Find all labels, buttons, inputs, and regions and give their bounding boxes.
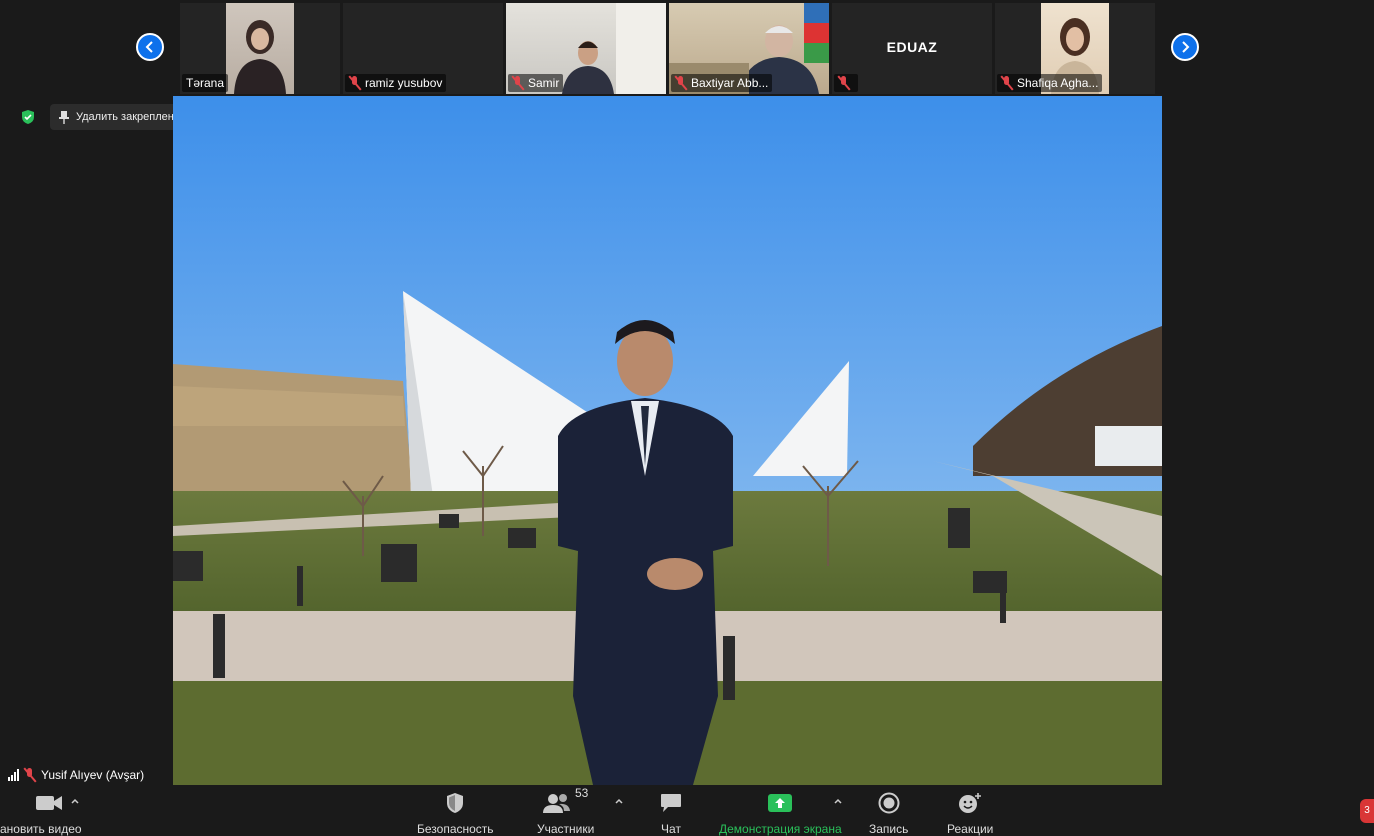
record-icon: [878, 792, 900, 814]
active-speaker-label: Yusif Alıyev (Avşar): [8, 765, 144, 785]
security-button[interactable]: Безопасность: [417, 790, 494, 836]
chat-icon: [661, 794, 681, 812]
chevron-right-icon: [1182, 41, 1190, 53]
participant-label: Baxtiyar Abb...: [671, 74, 773, 92]
participant-label: [834, 74, 858, 92]
share-screen-label: Демонстрация экрана: [719, 822, 842, 836]
chevron-left-icon: [145, 41, 153, 53]
participant-name-display: EDUAZ: [886, 39, 938, 55]
main-speaker-video: [173, 96, 1162, 785]
record-label: Запись: [869, 822, 909, 836]
share-screen-icon: [768, 794, 793, 812]
participants-icon: [542, 794, 570, 813]
pin-icon: [59, 111, 69, 124]
participant-tile[interactable]: Shafiqa Agha...: [995, 3, 1155, 94]
chat-button[interactable]: Чат: [660, 790, 682, 836]
shield-check-icon[interactable]: [20, 109, 36, 125]
prev-page-button[interactable]: [136, 33, 164, 61]
participant-tile[interactable]: Tərana: [180, 3, 340, 94]
participant-tile[interactable]: Baxtiyar Abb...: [669, 3, 829, 94]
signal-strength-icon: [8, 769, 19, 781]
participants-options-caret-icon[interactable]: [614, 796, 624, 806]
record-button[interactable]: Запись: [869, 790, 908, 836]
video-options-caret-icon[interactable]: [70, 796, 80, 806]
participant-label: Tərana: [182, 74, 229, 92]
participant-label: Shafiqa Agha...: [997, 74, 1103, 92]
reactions-button[interactable]: Реакции: [947, 790, 993, 836]
share-screen-button[interactable]: Демонстрация экрана: [719, 790, 842, 836]
meeting-toolbar: ановить видео Безопасность 53 Участники …: [0, 786, 1374, 836]
participant-tile[interactable]: ramiz yusubov: [343, 3, 503, 94]
share-options-caret-icon[interactable]: [833, 796, 843, 806]
mic-off-icon: [675, 76, 687, 90]
participant-strip: Tərana ramiz yusubov Samir Baxtiyar Abb.…: [180, 3, 1156, 94]
participant-tile[interactable]: Samir: [506, 3, 666, 94]
participant-tile[interactable]: EDUAZ: [832, 3, 992, 94]
security-shield-icon: [447, 793, 464, 813]
participants-label: Участники: [537, 822, 595, 836]
camera-icon: [35, 796, 62, 810]
active-speaker-name: Yusif Alıyev (Avşar): [41, 768, 145, 782]
mic-off-icon: [349, 76, 361, 90]
reactions-label: Реакции: [947, 822, 994, 836]
notification-badge[interactable]: 3: [1360, 799, 1374, 823]
security-label: Безопасность: [417, 822, 494, 836]
unpin-label: Удалить закрепление: [76, 111, 187, 123]
participant-label: ramiz yusubov: [345, 74, 447, 92]
next-page-button[interactable]: [1171, 33, 1199, 61]
participants-button[interactable]: 53 Участники: [537, 786, 595, 836]
participant-label: Samir: [508, 74, 564, 92]
participant-video: [226, 3, 294, 94]
mic-off-icon: [1001, 76, 1013, 90]
mic-off-icon: [838, 76, 850, 90]
mic-off-icon: [24, 768, 36, 782]
reactions-icon: [959, 793, 982, 813]
chat-label: Чат: [661, 822, 681, 836]
mic-off-icon: [512, 76, 524, 90]
start-video-label: ановить видео: [0, 822, 82, 836]
participants-count: 53: [574, 786, 589, 800]
